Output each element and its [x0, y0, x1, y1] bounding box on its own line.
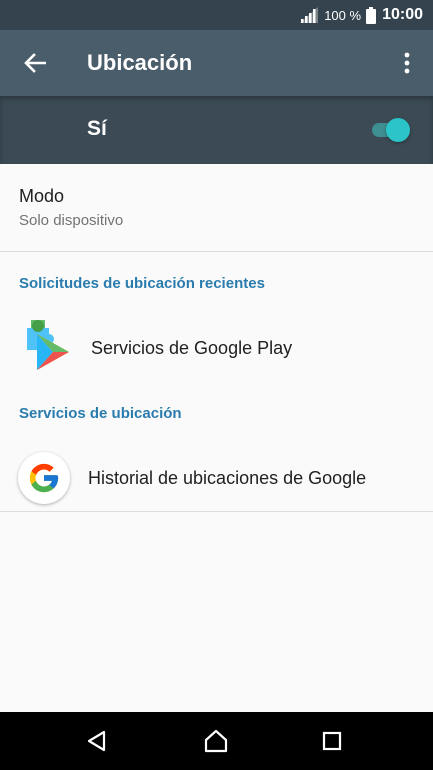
navigation-bar — [0, 712, 433, 770]
list-item-label: Servicios de Google Play — [91, 338, 293, 358]
nav-recents-icon — [322, 731, 342, 751]
google-icon — [18, 452, 70, 504]
page-title: Ubicación — [87, 50, 193, 75]
google-g-logo — [29, 463, 59, 493]
mode-title: Modo — [19, 186, 65, 206]
recent-requests-header: Solicitudes de ubicación recientes — [19, 275, 265, 292]
location-services-header: Servicios de ubicación — [19, 405, 182, 422]
arrow-back-icon — [24, 53, 46, 73]
nav-home-icon — [204, 729, 228, 753]
list-item-label: Historial de ubicaciones de Google — [88, 468, 367, 488]
location-settings-screen: 100 % 10:00 Ubicación Sí Modo Solo dispo… — [0, 0, 433, 770]
google-play-services-icon — [27, 320, 69, 370]
nav-home-button[interactable] — [201, 726, 231, 756]
back-button[interactable] — [18, 46, 52, 80]
status-time: 10:00 — [382, 6, 423, 23]
list-item-google-play-services[interactable]: Servicios de Google Play — [0, 312, 433, 390]
status-bar: 100 % 10:00 — [0, 0, 433, 30]
nav-back-icon — [87, 730, 106, 752]
switch-label: Sí — [87, 117, 107, 140]
location-toggle-switch[interactable] — [370, 118, 410, 142]
battery-percent: 100 % — [324, 7, 362, 23]
more-options-button[interactable] — [395, 46, 419, 80]
nav-recents-button[interactable] — [317, 726, 347, 756]
mode-setting[interactable]: Modo Solo dispositivo — [0, 164, 433, 252]
more-vert-icon — [404, 52, 410, 74]
mode-value: Solo dispositivo — [19, 212, 124, 229]
nav-back-button[interactable] — [82, 726, 112, 756]
location-master-switch-bar[interactable]: Sí — [0, 96, 433, 164]
toggle-thumb — [386, 118, 410, 142]
battery-icon — [366, 6, 377, 24]
app-bar: Ubicación — [0, 30, 433, 96]
list-item-google-location-history[interactable]: Historial de ubicaciones de Google — [0, 444, 433, 512]
signal-icon — [300, 7, 319, 23]
